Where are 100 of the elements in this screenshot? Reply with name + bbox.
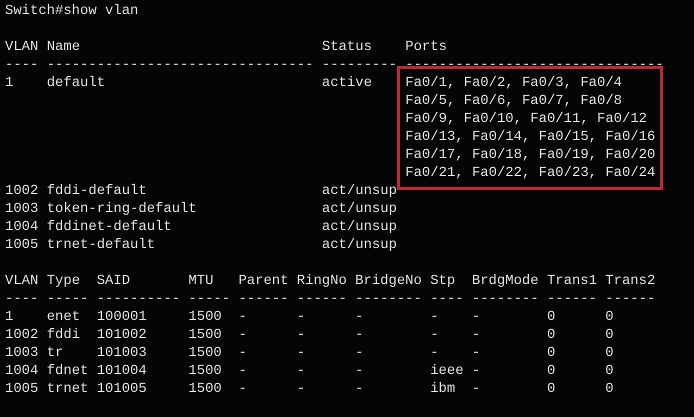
table-cell: -	[430, 308, 439, 326]
table-cell: 0	[605, 380, 614, 398]
table-cell: trnet-default	[46, 236, 156, 254]
table-cell: -	[472, 326, 480, 344]
column-rule: ----	[430, 290, 464, 308]
table-cell: 1003	[5, 344, 38, 362]
table-cell: 0	[546, 344, 556, 362]
table-cell: token-ring-default	[46, 200, 197, 218]
port-list-line: Fa0/5, Fa0/6, Fa0/7, Fa0/8	[405, 92, 622, 110]
table-cell: act/unsup	[322, 236, 397, 254]
table-cell: 101002	[96, 326, 147, 344]
column-header: Type	[46, 272, 80, 290]
table-cell: 0	[546, 380, 556, 398]
table-cell: 1	[5, 74, 14, 92]
table-cell: 0	[546, 362, 556, 380]
table-cell: -	[238, 308, 247, 326]
table-cell: trnet	[46, 380, 88, 398]
column-rule: ----	[5, 290, 38, 308]
column-header: SAID	[96, 272, 130, 290]
table-cell: -	[472, 362, 480, 380]
column-rule: ------	[238, 290, 288, 308]
table-cell: ieee	[430, 362, 464, 380]
table-cell: -	[238, 380, 247, 398]
column-rule: --------	[472, 290, 539, 308]
table-cell: -	[296, 326, 306, 344]
port-list-line: Fa0/13, Fa0/14, Fa0/15, Fa0/16	[405, 128, 656, 146]
table-cell: -	[472, 344, 480, 362]
column-header: Status	[322, 38, 372, 56]
table-cell: -	[355, 308, 364, 326]
table-cell: act/unsup	[322, 200, 397, 218]
column-rule: ------	[605, 290, 656, 308]
column-header: Trans2	[605, 272, 656, 290]
table-cell: 0	[605, 308, 614, 326]
column-header: Trans1	[546, 272, 597, 290]
table-cell: enet	[46, 308, 80, 326]
table-cell: fddi-default	[46, 182, 147, 200]
port-list-line: Fa0/17, Fa0/18, Fa0/19, Fa0/20	[405, 146, 656, 164]
table-cell: 1002	[5, 326, 38, 344]
column-header: VLAN	[5, 272, 38, 290]
column-header: Ports	[405, 38, 447, 56]
table-cell: 1	[5, 308, 14, 326]
column-header: MTU	[188, 272, 214, 290]
table-cell: 1500	[188, 326, 222, 344]
column-rule: ----	[5, 56, 38, 74]
table-cell: act/unsup	[322, 218, 397, 236]
column-rule: --------------------------------	[46, 56, 314, 74]
table-cell: -	[430, 344, 439, 362]
table-cell: 1004	[5, 362, 38, 380]
table-cell: -	[238, 326, 247, 344]
table-cell: 0	[605, 362, 614, 380]
table-cell: -	[296, 308, 306, 326]
column-header: VLAN	[5, 38, 38, 56]
column-rule: --------	[355, 290, 422, 308]
table-cell: ibm	[430, 380, 456, 398]
column-rule: ------	[296, 290, 347, 308]
table-cell: -	[296, 380, 306, 398]
table-cell: 0	[546, 308, 556, 326]
table-cell: 1500	[188, 362, 222, 380]
table-cell: 101003	[96, 344, 147, 362]
command-line: Switch#show vlan	[5, 2, 138, 20]
table-cell: 1004	[5, 218, 38, 236]
table-cell: 1500	[188, 308, 222, 326]
table-cell: fddinet-default	[46, 218, 172, 236]
table-cell: -	[355, 326, 364, 344]
table-cell: 1005	[5, 380, 38, 398]
column-rule: ------	[546, 290, 597, 308]
column-rule: -------------------------------	[405, 56, 664, 74]
table-cell: 1005	[5, 236, 38, 254]
table-cell: 1002	[5, 182, 38, 200]
table-cell: -	[296, 362, 306, 380]
table-cell: active	[322, 74, 372, 92]
table-cell: 0	[546, 326, 556, 344]
table-cell: -	[355, 344, 364, 362]
table-cell: 1500	[188, 344, 222, 362]
table-cell: 0	[605, 326, 614, 344]
table-cell: 0	[605, 344, 614, 362]
table-cell: -	[238, 344, 247, 362]
table-cell: fddi	[46, 326, 80, 344]
column-rule: -----	[46, 290, 88, 308]
port-list-line: Fa0/1, Fa0/2, Fa0/3, Fa0/4	[405, 74, 622, 92]
table-cell: -	[355, 380, 364, 398]
table-cell: fdnet	[46, 362, 88, 380]
column-header: RingNo	[296, 272, 347, 290]
table-cell: -	[472, 380, 480, 398]
table-cell: 101005	[96, 380, 147, 398]
table-cell: default	[46, 74, 106, 92]
column-rule: -----	[188, 290, 230, 308]
table-cell: -	[238, 362, 247, 380]
table-cell: -	[430, 326, 439, 344]
table-cell: act/unsup	[322, 182, 397, 200]
table-cell: tr	[46, 344, 64, 362]
column-header: Parent	[238, 272, 288, 290]
table-cell: -	[472, 308, 480, 326]
column-header: BrdgMode	[472, 272, 539, 290]
column-rule: ----------	[96, 290, 180, 308]
column-rule: ---------	[322, 56, 397, 74]
column-header: BridgeNo	[355, 272, 422, 290]
table-cell: 1500	[188, 380, 222, 398]
column-header: Stp	[430, 272, 456, 290]
column-header: Name	[46, 38, 80, 56]
